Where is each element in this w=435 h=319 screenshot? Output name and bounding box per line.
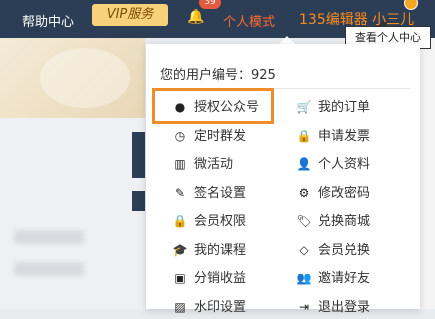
menu-item-cart[interactable]: 🛒 我的订单 <box>296 96 371 118</box>
notification-badge: 39 <box>199 0 221 9</box>
gear-icon: ⚙ <box>298 185 310 200</box>
menu-item-bank[interactable]: ▥ 微活动 <box>172 153 233 175</box>
cart-icon: 🛒 <box>296 100 312 114</box>
user-id-label: 您的用户编号：925 <box>160 68 276 83</box>
menu-item-lock[interactable]: 🔒 会员权限 <box>172 210 247 232</box>
sign-out-icon: ⇥ <box>298 299 310 314</box>
menu-item-image[interactable]: ▨ 水印设置 <box>172 296 246 318</box>
menu-item-money[interactable]: ▣ 分销收益 <box>172 267 246 289</box>
bank-icon: ▥ <box>174 157 186 171</box>
wechat-icon: ● <box>174 100 186 114</box>
menu-item-label: 微活动 <box>194 157 234 172</box>
tag-icon: 🏷 <box>296 214 312 228</box>
menu-item-label: 申请发票 <box>318 128 371 144</box>
lock-icon: 🔒 <box>296 128 312 143</box>
menu-item-user[interactable]: 👤 个人资料 <box>296 153 371 175</box>
menu-item-clock[interactable]: ◷ 定时群发 <box>172 125 246 147</box>
menu-item-users[interactable]: 👥 邀请好友 <box>296 267 371 289</box>
dropdown-arrow <box>279 36 295 44</box>
side-tab <box>132 132 145 178</box>
menu-item-label: 个人资料 <box>318 157 371 172</box>
blurred-text <box>14 230 84 244</box>
bell-icon[interactable]: 🔔 <box>187 9 204 25</box>
menu-item-tag[interactable]: 🏷 兑换商城 <box>296 210 370 232</box>
clock-icon: ◷ <box>174 128 186 143</box>
menu-item-sign-out[interactable]: ⇥ 退出登录 <box>296 296 370 318</box>
money-icon: ▣ <box>174 271 186 285</box>
menu-item-label: 修改密码 <box>318 185 371 201</box>
menu-item-label: 我的订单 <box>318 100 371 115</box>
personal-mode-link[interactable]: 个人模式 <box>223 11 275 30</box>
menu-item-wechat[interactable]: ● 授权公众号 <box>172 96 259 118</box>
banner-decoration <box>40 48 130 108</box>
menu-item-label: 会员兑换 <box>318 242 371 258</box>
lock-icon: 🔒 <box>172 214 188 228</box>
menu-item-label: 退出登录 <box>318 299 371 315</box>
menu-item-pencil[interactable]: ✎ 签名设置 <box>172 182 246 204</box>
user-icon: 👤 <box>296 157 312 171</box>
side-tab-2 <box>132 191 145 211</box>
menu-item-graduation-cap[interactable]: 🎓 我的课程 <box>172 239 247 261</box>
menu-item-label: 签名设置 <box>194 185 247 201</box>
menu-item-label: 我的课程 <box>194 242 247 258</box>
banner-image <box>0 38 145 118</box>
help-center-link[interactable]: 帮助中心 <box>22 11 74 30</box>
blurred-text <box>14 262 84 276</box>
diamond-icon: ◇ <box>299 242 309 257</box>
menu-item-lock[interactable]: 🔒 申请发票 <box>296 125 371 147</box>
user-dropdown-menu: 您的用户编号：925 ● 授权公众号 ◷ 定时群发 ▥ 微活动 ✎ 签名设置 🔒 会员权限 🎓 我的课… <box>146 44 420 315</box>
image-icon: ▨ <box>174 299 186 314</box>
menu-item-label: 分销收益 <box>194 271 247 286</box>
vip-service-button[interactable]: VIP服务 <box>92 4 168 26</box>
menu-item-label: 定时群发 <box>194 128 247 144</box>
menu-item-label: 兑换商城 <box>318 214 371 229</box>
right-edge <box>420 38 435 309</box>
menu-item-diamond[interactable]: ◇ 会员兑换 <box>296 239 370 261</box>
account-badge <box>404 0 418 10</box>
graduation-cap-icon: 🎓 <box>172 242 188 257</box>
menu-item-label: 邀请好友 <box>318 271 371 286</box>
menu-item-label: 会员权限 <box>194 214 247 229</box>
menu-item-label: 水印设置 <box>194 299 247 315</box>
menu-item-gear[interactable]: ⚙ 修改密码 <box>296 182 370 204</box>
users-icon: 👥 <box>296 271 312 285</box>
menu-item-label: 授权公众号 <box>194 100 260 115</box>
pencil-icon: ✎ <box>174 185 186 200</box>
